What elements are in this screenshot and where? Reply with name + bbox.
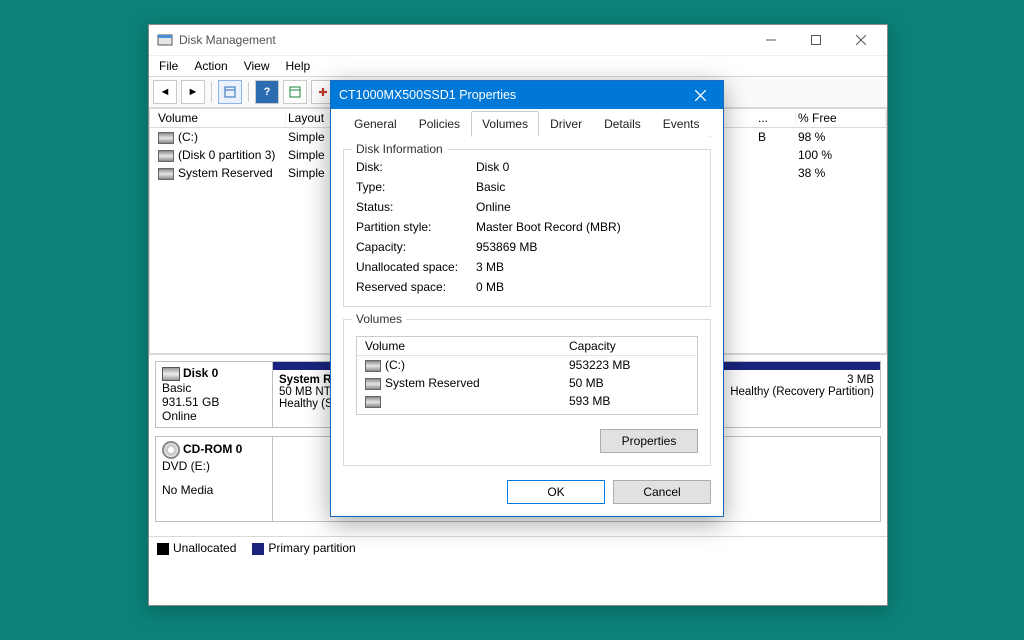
cdrom-header: CD-ROM 0 DVD (E:) No Media <box>156 437 273 521</box>
col-capacity: Capacity <box>569 339 689 353</box>
info-value: Master Boot Record (MBR) <box>476 220 698 234</box>
volume-row[interactable]: (C:) 953223 MB <box>357 356 697 374</box>
disk0-header: Disk 0 Basic 931.51 GB Online <box>156 362 273 427</box>
ok-button[interactable]: OK <box>507 480 605 504</box>
forward-button[interactable]: ► <box>181 80 205 104</box>
dialog-close-button[interactable] <box>685 83 715 107</box>
tab-driver[interactable]: Driver <box>539 111 593 137</box>
info-key: Status: <box>356 200 476 214</box>
col-gap[interactable]: ... <box>756 111 796 125</box>
info-key: Partition style: <box>356 220 476 234</box>
drive-icon <box>365 378 381 390</box>
show-tree-button[interactable] <box>218 80 242 104</box>
help-button[interactable]: ? <box>255 80 279 104</box>
tab-details[interactable]: Details <box>593 111 652 137</box>
cancel-button[interactable]: Cancel <box>613 480 711 504</box>
drive-icon <box>365 360 381 372</box>
properties-dialog: CT1000MX500SSD1 Properties General Polic… <box>330 80 724 517</box>
info-key: Reserved space: <box>356 280 476 294</box>
close-button[interactable] <box>838 26 883 54</box>
group-label: Disk Information <box>352 142 447 156</box>
volumes-table[interactable]: Volume Capacity (C:) 953223 MB System Re… <box>356 336 698 415</box>
volumes-group: Volumes Volume Capacity (C:) 953223 MB S… <box>343 319 711 466</box>
properties-button[interactable]: Properties <box>600 429 698 453</box>
tab-general[interactable]: General <box>343 111 408 137</box>
col-volume: Volume <box>365 339 569 353</box>
refresh-button[interactable] <box>283 80 307 104</box>
back-button[interactable]: ◄ <box>153 80 177 104</box>
drive-icon <box>158 150 174 162</box>
dialog-titlebar: CT1000MX500SSD1 Properties <box>331 81 723 109</box>
volume-row[interactable]: 593 MB <box>357 392 697 410</box>
swatch-unallocated-icon <box>157 543 169 555</box>
legend: Unallocated Primary partition <box>149 536 887 559</box>
col-volume[interactable]: Volume <box>156 111 286 125</box>
dialog-tabs: General Policies Volumes Driver Details … <box>343 111 711 137</box>
menu-view[interactable]: View <box>244 59 270 73</box>
drive-icon <box>158 132 174 144</box>
minimize-button[interactable] <box>748 26 793 54</box>
info-value: 953869 MB <box>476 240 698 254</box>
info-key: Unallocated space: <box>356 260 476 274</box>
dialog-title: CT1000MX500SSD1 Properties <box>339 88 685 102</box>
drive-icon <box>158 168 174 180</box>
cd-icon <box>162 441 180 459</box>
disk-information-group: Disk Information Disk:Disk 0Type:BasicSt… <box>343 149 711 307</box>
menu-file[interactable]: File <box>159 59 178 73</box>
menubar: File Action View Help <box>149 56 887 77</box>
window-title: Disk Management <box>179 33 748 47</box>
maximize-button[interactable] <box>793 26 838 54</box>
info-value: Basic <box>476 180 698 194</box>
group-label: Volumes <box>352 312 406 326</box>
tab-volumes[interactable]: Volumes <box>471 111 539 137</box>
info-key: Type: <box>356 180 476 194</box>
info-key: Disk: <box>356 160 476 174</box>
swatch-primary-icon <box>252 543 264 555</box>
info-value: 0 MB <box>476 280 698 294</box>
info-value: 3 MB <box>476 260 698 274</box>
menu-action[interactable]: Action <box>194 59 227 73</box>
menu-help[interactable]: Help <box>286 59 311 73</box>
tab-policies[interactable]: Policies <box>408 111 471 137</box>
info-value: Disk 0 <box>476 160 698 174</box>
tab-events[interactable]: Events <box>652 111 711 137</box>
titlebar: Disk Management <box>149 25 887 56</box>
col-free[interactable]: % Free <box>796 111 886 125</box>
app-icon <box>157 32 173 48</box>
disk-icon <box>162 367 180 381</box>
drive-icon <box>365 396 381 408</box>
volume-row[interactable]: System Reserved 50 MB <box>357 374 697 392</box>
info-value: Online <box>476 200 698 214</box>
info-key: Capacity: <box>356 240 476 254</box>
